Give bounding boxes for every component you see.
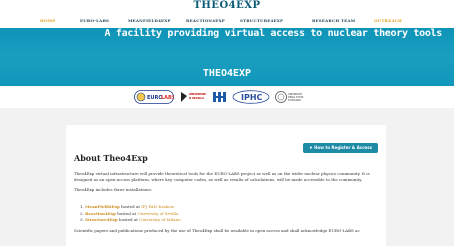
- svg-text:IPHC: IPHC: [241, 93, 263, 102]
- iphc-logo[interactable]: IPHC: [232, 90, 270, 104]
- euro-labs-logo[interactable]: EURO LABS: [134, 90, 174, 104]
- seville-link[interactable]: University of Seville.: [137, 211, 179, 216]
- publications-note: Scientific papers and publications produ…: [74, 228, 360, 233]
- top-navbar: THEO4EXP HOME EURO-LABS MEANFIELD4EXP RE…: [0, 0, 454, 28]
- about-card: ♦ How to Register & Access About Theo4Ex…: [66, 125, 386, 246]
- milano-link[interactable]: University of Milano.: [139, 217, 182, 222]
- svg-text:D SEVILLA: D SEVILLA: [189, 96, 204, 100]
- structure4exp-link[interactable]: Structure4Exp: [85, 217, 118, 222]
- list-item: 3. Structure4Exp hosted at University of…: [80, 217, 182, 222]
- svg-text:UNIVERSIDAD: UNIVERSIDAD: [189, 92, 206, 96]
- svg-text:DI MILANO: DI MILANO: [288, 99, 301, 102]
- user-plus-icon: ♦: [309, 145, 313, 150]
- register-access-label: How to Register & Access: [314, 145, 372, 150]
- meanfield4exp-link[interactable]: MeanField4Exp: [85, 204, 120, 209]
- nav-meanfield4exp[interactable]: MEANFIELD4EXP: [128, 18, 171, 23]
- about-heading: About Theo4Exp: [74, 153, 148, 163]
- nav-structure4exp[interactable]: STRUCTURE4EXP: [240, 18, 283, 23]
- site-brand[interactable]: THEO4EXP: [0, 0, 454, 11]
- hero-title: THEO4EXP: [202, 68, 252, 79]
- register-access-button[interactable]: ♦ How to Register & Access: [303, 143, 378, 153]
- ifj-logo[interactable]: [212, 90, 228, 104]
- main-nav: HOME EURO-LABS MEANFIELD4EXP REACTION4EX…: [0, 18, 454, 28]
- reaction4exp-link[interactable]: Reaction4Exp: [85, 211, 116, 216]
- svg-text:LABS: LABS: [161, 95, 174, 101]
- nav-outreach[interactable]: OUTREACH: [374, 18, 402, 23]
- unimi-logo[interactable]: UNIVERSITÀ DEGLI STUDI DI MILANO: [274, 90, 314, 104]
- about-intro: Theo4Exp virtual infrastructure will pro…: [74, 171, 370, 182]
- ifj-pan-link[interactable]: IFJ PAN Krakow.: [141, 204, 175, 209]
- nav-reaction4exp[interactable]: REACTION4EXP: [186, 18, 225, 23]
- hero-tagline: A facility providing virtual access to n…: [104, 28, 442, 39]
- installations-intro: Theo4Exp includes three installations:: [74, 187, 152, 192]
- installations-list: 1. MeanField4Exp hosted at IFJ PAN Krako…: [80, 204, 182, 224]
- hero-banner: A facility providing virtual access to n…: [0, 28, 454, 86]
- nav-home[interactable]: HOME: [40, 18, 56, 23]
- nav-euro-labs[interactable]: EURO-LABS: [80, 18, 109, 23]
- nav-research-team[interactable]: RESEARCH TEAM: [312, 18, 355, 23]
- universidad-sevilla-logo[interactable]: UNIVERSIDAD D SEVILLA: [178, 90, 206, 104]
- partner-logos: EURO LABS UNIVERSIDAD D SEVILLA IPHC UNI…: [0, 86, 454, 108]
